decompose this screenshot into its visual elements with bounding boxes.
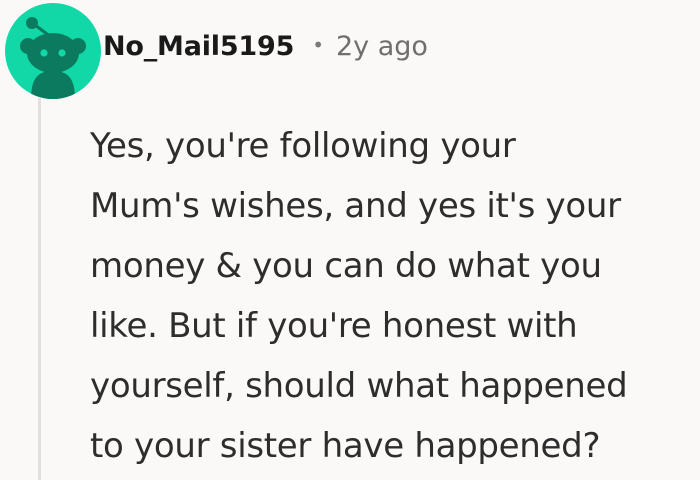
thread-line[interactable]	[38, 98, 41, 480]
username-link[interactable]: No_Mail5195	[103, 31, 294, 62]
comment-line: money & you can do what you	[90, 246, 602, 286]
comment-line: like. But if you're honest with	[90, 306, 578, 346]
avatar[interactable]	[5, 3, 101, 99]
reddit-snoo-avatar-icon	[20, 17, 86, 99]
timestamp-link[interactable]: 2y ago	[336, 31, 428, 62]
comment-line: yourself, should what happened	[90, 366, 628, 406]
comment-body: Yes, you're following your Mum's wishes,…	[90, 116, 690, 476]
comment-line: Yes, you're following your	[90, 126, 516, 166]
comment-header: No_Mail5195 • 2y ago	[103, 22, 428, 70]
comment-line: Mum's wishes, and yes it's your	[90, 186, 621, 226]
comment-line: to your sister have happened?	[90, 426, 601, 466]
meta-separator: •	[312, 33, 324, 57]
